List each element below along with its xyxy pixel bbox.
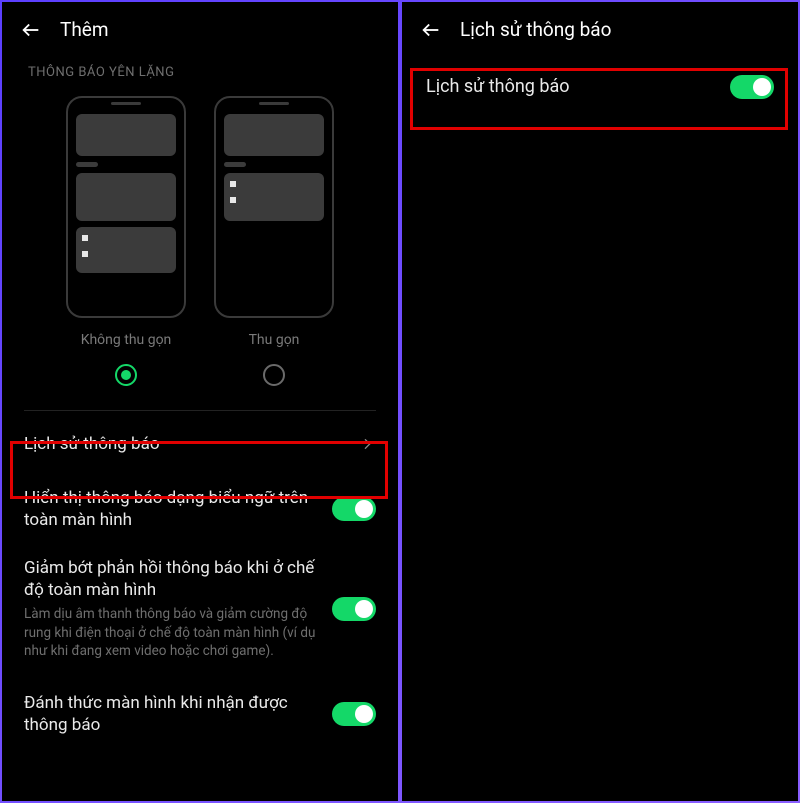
back-icon[interactable] xyxy=(420,19,442,41)
phone-preview-icon xyxy=(214,96,334,318)
row-title: Đánh thức màn hình khi nhận được thông b… xyxy=(24,692,320,736)
chevron-right-icon xyxy=(358,435,376,453)
page-title: Lịch sử thông báo xyxy=(460,18,611,41)
divider xyxy=(24,410,376,411)
phone-preview-icon xyxy=(66,96,186,318)
row-desc: Làm dịu âm thanh thông báo và giảm cường… xyxy=(24,605,320,660)
toggle-on-icon[interactable] xyxy=(332,597,376,621)
option-label: Thu gọn xyxy=(249,332,300,348)
row-notification-history[interactable]: Lịch sử thông báo xyxy=(2,417,398,471)
row-title: Hiển thị thông báo dạng biểu ngữ trên to… xyxy=(24,487,320,531)
header: Thêm xyxy=(2,2,398,55)
toggle-on-icon[interactable] xyxy=(332,702,376,726)
toggle-on-icon[interactable] xyxy=(332,497,376,521)
toggle-on-icon[interactable] xyxy=(730,75,774,99)
row-title: Lịch sử thông báo xyxy=(426,75,718,98)
row-title: Lịch sử thông báo xyxy=(24,433,346,455)
page-title: Thêm xyxy=(60,18,109,41)
back-icon[interactable] xyxy=(20,19,42,41)
silent-notification-options: Không thu gọn Thu gọn xyxy=(2,90,398,396)
right-screen: Lịch sử thông báo Lịch sử thông báo xyxy=(402,2,798,801)
radio-selected-icon[interactable] xyxy=(115,364,137,386)
radio-unselected-icon[interactable] xyxy=(263,364,285,386)
option-collapse[interactable]: Thu gọn xyxy=(214,96,334,386)
left-screen: Thêm THÔNG BÁO YÊN LẶNG Không thu gọn xyxy=(2,2,398,801)
row-wake-screen[interactable]: Đánh thức màn hình khi nhận được thông b… xyxy=(2,676,398,742)
section-header: THÔNG BÁO YÊN LẶNG xyxy=(2,55,398,90)
option-no-collapse[interactable]: Không thu gọn xyxy=(66,96,186,386)
row-reduce-feedback[interactable]: Giảm bớt phản hồi thông báo khi ở chế độ… xyxy=(2,547,398,676)
option-label: Không thu gọn xyxy=(81,332,172,348)
header: Lịch sử thông báo xyxy=(402,2,798,55)
row-title: Giảm bớt phản hồi thông báo khi ở chế độ… xyxy=(24,557,320,601)
row-banner-fullscreen[interactable]: Hiển thị thông báo dạng biểu ngữ trên to… xyxy=(2,471,398,547)
row-history-toggle[interactable]: Lịch sử thông báo xyxy=(402,55,798,119)
